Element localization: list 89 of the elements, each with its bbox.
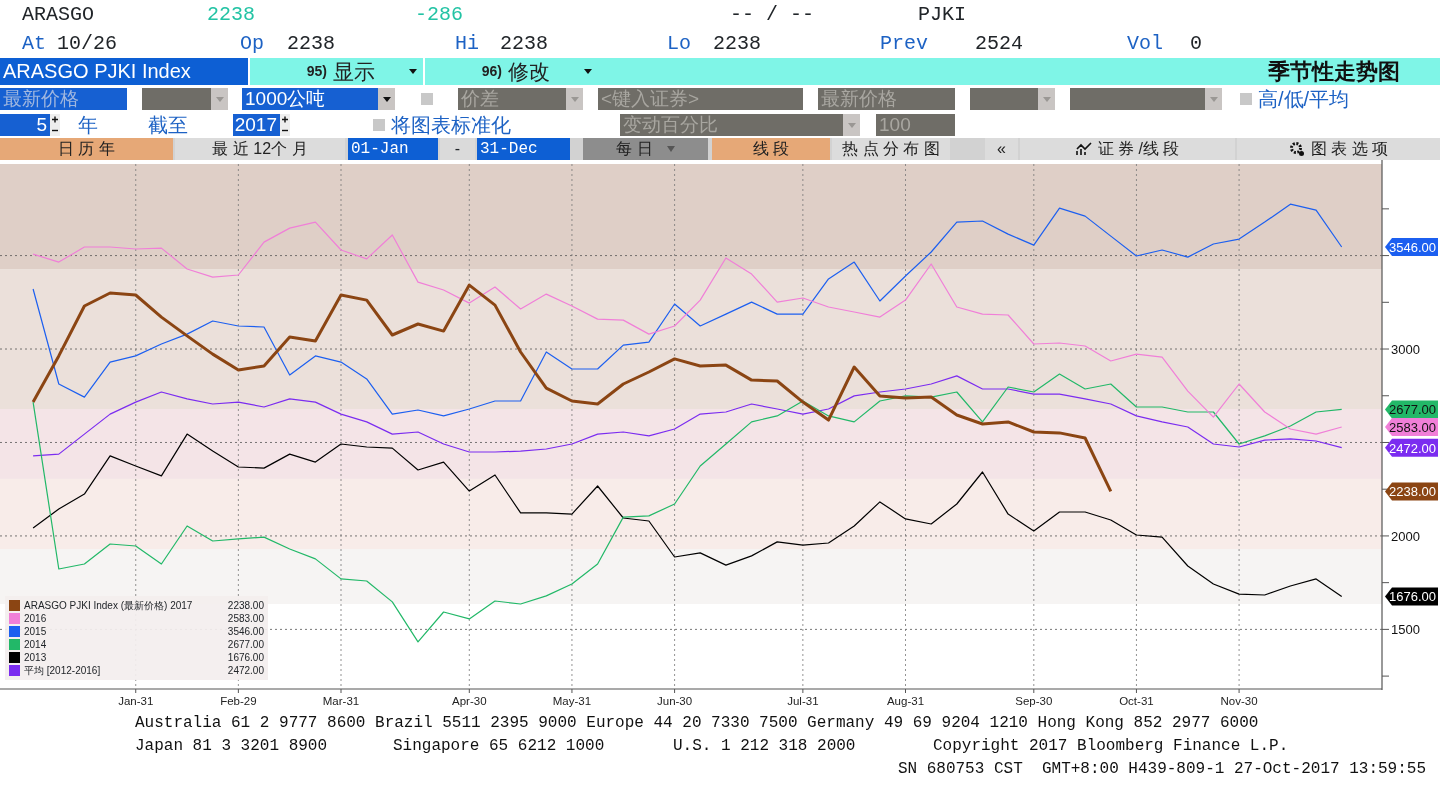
legend-value: 2677.00 (227, 638, 264, 651)
tab[interactable]: 日 历 年 (0, 138, 173, 160)
security-code: PJKI (918, 2, 967, 28)
contact-text: Copyright 2017 Bloomberg Finance L.P. (933, 736, 1289, 757)
price-tag: 3546.00 (1385, 238, 1438, 256)
field-label: Vol (1127, 32, 1163, 55)
date-field[interactable]: 01-Jan (348, 138, 438, 160)
caret-icon (666, 146, 675, 152)
legend-value: 1676.00 (227, 651, 264, 664)
number-field[interactable]: 5 (0, 114, 50, 136)
axis-label: Oct-31 (1119, 695, 1154, 707)
contact-text: U.S. 1 212 318 2000 (673, 736, 857, 757)
contact-text: Japan 81 3 3201 8900 (135, 736, 329, 757)
field-label: Lo (667, 32, 691, 55)
line-chart-icon (1075, 142, 1092, 156)
range-separator: - (440, 138, 475, 160)
field-label: At (22, 32, 46, 55)
security-name: ARASGO PJKI Index (0, 58, 248, 85)
checkbox[interactable] (373, 119, 385, 131)
legend-label: ARASGO PJKI Index (最新价格) 2017 (24, 599, 194, 612)
session-info: SN 680753 CST GMT+8:00 H439-809-1 27-Oct-2017 13:59:55 (896, 759, 1427, 780)
legend-label: 2014 (24, 638, 48, 651)
price-change: -286 (415, 2, 464, 28)
tab[interactable]: 最 近 12个 月 (175, 138, 345, 160)
field-value: 2524 (975, 32, 1024, 55)
page-title: 季节性走势图 (1267, 58, 1401, 85)
legend-value: 2583.00 (227, 612, 264, 625)
number-field[interactable]: 2017 (233, 114, 280, 136)
field-value: 0 (1190, 32, 1203, 55)
bid-ask: -- / -- (730, 2, 815, 28)
axis-label: Aug-31 (886, 695, 925, 707)
axis-label: Jan-31 (118, 695, 154, 707)
axis-label: Apr-30 (452, 695, 487, 707)
legend-value: 3546.00 (227, 625, 264, 638)
axis-label: Nov-30 (1220, 695, 1258, 707)
checkbox-label: 将图表标准化 (391, 113, 511, 138)
label-text: 年 (78, 113, 99, 138)
checkbox[interactable] (1240, 93, 1252, 105)
axis-label: 3000 (1391, 342, 1420, 358)
axis-label: Jul-31 (787, 695, 819, 707)
axis-label: 2000 (1391, 528, 1420, 544)
caret-icon (843, 114, 860, 136)
contact-line: Australia 61 2 9777 8600 Brazil 5511 2395 9000 Europe 44 20 7330 7500 Germany 49 69 9204 1210 Hong Kong 852 2977 6000 (134, 713, 1260, 734)
price-tag: 2238.00 (1385, 482, 1438, 501)
checkbox-label: 高/低/平均 (1258, 87, 1350, 112)
caret-icon (1205, 88, 1222, 110)
field-label: Op (240, 32, 264, 55)
axis-label: Feb-29 (220, 695, 257, 707)
chart-options-button[interactable]: 图 表 选 项 (1237, 138, 1440, 160)
caret-icon (211, 88, 228, 110)
price-tag: 2472.00 (1385, 438, 1438, 457)
legend-value: 2472.00 (227, 664, 264, 677)
contact-text: Singapore 65 6212 1000 (393, 736, 606, 757)
last-price: 2238 (207, 2, 256, 28)
plus-icon (50, 114, 60, 125)
caret-icon (584, 69, 592, 74)
caret-icon (566, 88, 583, 110)
series-button[interactable]: 证 券 /线 段 (1020, 138, 1235, 160)
field-label: Hi (455, 32, 479, 55)
field-value: 10/26 (57, 32, 118, 55)
legend-label: 2013 (24, 651, 48, 664)
caret-icon (409, 69, 417, 74)
axis-label: May-31 (552, 695, 592, 707)
legend-label: 2016 (24, 612, 48, 625)
tab[interactable]: 线 段 (712, 138, 830, 160)
dropdown[interactable]: 1000公吨 (242, 88, 395, 110)
legend-value: 2238.00 (227, 599, 264, 612)
field-value: 2238 (287, 32, 336, 55)
gear-icon (1288, 141, 1305, 157)
field-label: Prev (880, 32, 928, 55)
collapse-button[interactable]: « (985, 138, 1018, 160)
plus-icon (280, 114, 290, 125)
legend-label: 平均 [2012-2016] (24, 664, 102, 677)
field-value: 2238 (713, 32, 762, 55)
axis-label: 1500 (1391, 622, 1420, 638)
ticker: ARASGO (22, 2, 95, 28)
axis-label: Sep-30 (1015, 695, 1053, 707)
price-tag: 2677.00 (1385, 400, 1438, 419)
label-text: 截至 (148, 113, 189, 138)
caret-icon (378, 88, 395, 110)
field-value: 2238 (500, 32, 549, 55)
axis-label: Jun-30 (657, 695, 693, 707)
tab[interactable]: 热 点 分 布 图 (832, 138, 950, 160)
date-field[interactable]: 31-Dec (477, 138, 570, 160)
axis-label: Mar-31 (322, 695, 360, 707)
price-tag: 1676.00 (1385, 587, 1438, 606)
legend-label: 2015 (24, 625, 48, 638)
caret-icon (1038, 88, 1055, 110)
checkbox[interactable] (421, 93, 433, 105)
